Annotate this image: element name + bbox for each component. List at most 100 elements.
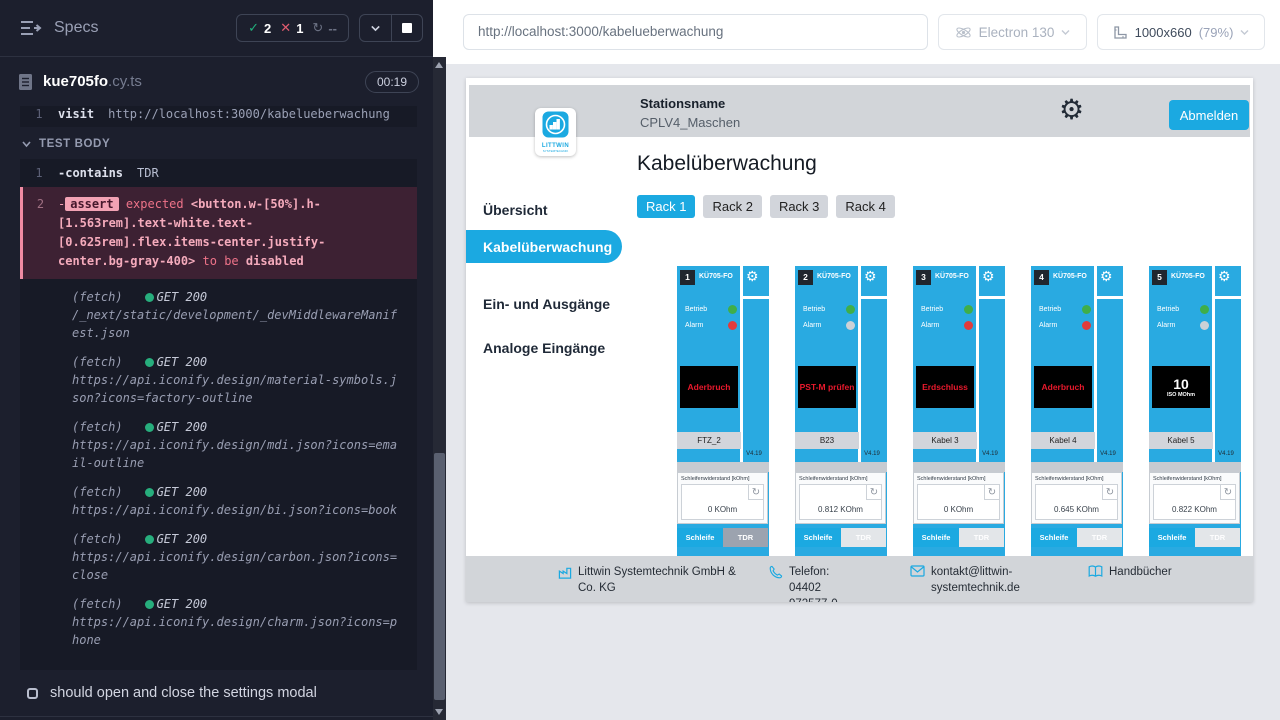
card-divider-line <box>979 296 1005 299</box>
refresh-icon[interactable]: ↻ <box>748 485 763 500</box>
network-log-entry[interactable]: (fetch) GET 200 https://api.iconify.desi… <box>72 353 417 407</box>
spec-name: kue705fo <box>43 73 108 90</box>
command-contains[interactable]: 1 -containsTDR <box>20 159 417 187</box>
spec-timer: 00:19 <box>365 71 419 93</box>
pending-test-icon <box>27 688 38 699</box>
command-arg: TDR <box>137 166 159 180</box>
alarm-led-row: Alarm <box>921 321 973 330</box>
status-text: Erdschluss <box>922 382 968 392</box>
refresh-icon[interactable]: ↻ <box>1220 485 1235 500</box>
scrolled-command[interactable]: 1 visithttp://localhost:3000/kabelueberw… <box>20 106 417 127</box>
card-number: 1 <box>680 270 695 285</box>
status-dot <box>145 423 154 432</box>
tdr-button[interactable]: TDR <box>959 528 1004 547</box>
scrollbar-thumb[interactable] <box>434 453 445 700</box>
fetch-url: https://api.iconify.design/charm.json?ic… <box>72 613 404 649</box>
schleife-button[interactable]: Schleife <box>1149 528 1195 547</box>
settings-gear-icon[interactable]: ⚙ <box>1059 94 1084 126</box>
card-model: KÜ705-FO <box>1171 273 1205 280</box>
measurement-value: 0.822 KOhm <box>1154 505 1235 514</box>
logout-button[interactable]: Abmelden <box>1169 100 1249 130</box>
tdr-button[interactable]: TDR <box>1195 528 1240 547</box>
card-settings-gear-icon[interactable]: ⚙ <box>746 267 759 285</box>
device-card: 2 KÜ705-FO ⚙ Betrieb Alarm PST-M prüfen … <box>795 266 887 566</box>
test-body-section[interactable]: TEST BODY <box>0 127 433 159</box>
stop-button[interactable] <box>391 15 422 41</box>
refresh-icon[interactable]: ↻ <box>1102 485 1117 500</box>
station-value: CPLV4_Maschen <box>640 115 740 130</box>
specs-title[interactable]: Specs <box>54 19 98 37</box>
schleife-button[interactable]: Schleife <box>795 528 841 547</box>
rack-tab[interactable]: Rack 1 <box>637 195 695 218</box>
status-display: Erdschluss <box>916 366 974 408</box>
sidebar-item[interactable]: Ein- und Ausgänge <box>466 287 634 320</box>
rack-tab[interactable]: Rack 3 <box>770 195 828 218</box>
pending-test-row[interactable]: should open and close the settings modal <box>0 670 433 717</box>
scroll-up-arrow[interactable] <box>435 62 443 68</box>
network-log-entry[interactable]: (fetch) GET 200 https://api.iconify.desi… <box>72 418 417 472</box>
rack-tab[interactable]: Rack 2 <box>703 195 761 218</box>
littwin-logo-icon <box>542 111 569 138</box>
reporter-scrollbar[interactable] <box>433 57 446 720</box>
tdr-button[interactable]: TDR <box>723 528 768 547</box>
firmware-version: V4.19 <box>1095 451 1121 457</box>
status-text: Aderbruch <box>1042 382 1085 392</box>
firmware-version: V4.19 <box>1213 451 1239 457</box>
firmware-version: V4.19 <box>859 451 885 457</box>
card-buttons: Schleife TDR <box>795 528 886 547</box>
network-log-entry[interactable]: (fetch) GET 200 https://api.iconify.desi… <box>72 483 417 519</box>
stat-failed: ✕1 <box>280 20 303 36</box>
measurement-panel: Schleifenwiderstand [kOhm] ↻ 0 KOhm <box>677 472 768 524</box>
app-header: Stationsname CPLV4_Maschen ⚙ Abmelden <box>469 85 1250 137</box>
url-input[interactable]: http://localhost:3000/kabelueberwachung <box>463 14 928 50</box>
network-log-entry[interactable]: (fetch) GET 200 /_next/static/developmen… <box>72 288 417 342</box>
spec-file-row[interactable]: kue705fo.cy.ts 00:19 <box>0 57 433 106</box>
card-settings-gear-icon[interactable]: ⚙ <box>1100 267 1113 285</box>
tdr-button[interactable]: TDR <box>1077 528 1122 547</box>
card-section-divider <box>1031 462 1123 472</box>
measurement-panel: Schleifenwiderstand [kOhm] ↻ 0.812 KOhm <box>795 472 886 524</box>
viewport-select[interactable]: 1000x660 (79%) <box>1097 14 1265 50</box>
firmware-version: V4.19 <box>977 451 1003 457</box>
fetch-label: (fetch) <box>72 353 123 371</box>
schleife-button[interactable]: Schleife <box>677 528 723 547</box>
card-settings-gear-icon[interactable]: ⚙ <box>1218 267 1231 285</box>
refresh-icon: ↻ <box>312 20 323 36</box>
footer-manuals[interactable]: Handbücher <box>1088 564 1172 580</box>
fetch-url: /_next/static/development/_devMiddleware… <box>72 306 404 342</box>
fetch-url: https://api.iconify.design/material-symb… <box>72 371 404 407</box>
network-log-entry[interactable]: (fetch) GET 200 https://api.iconify.desi… <box>72 595 417 649</box>
chevron-down-icon <box>1061 28 1070 37</box>
factory-icon <box>558 565 572 580</box>
sidebar-item[interactable]: Übersicht <box>466 193 634 226</box>
fetch-label: (fetch) <box>72 418 123 436</box>
card-settings-gear-icon[interactable]: ⚙ <box>864 267 877 285</box>
betrieb-led-row: Betrieb <box>685 305 737 314</box>
network-log-entry[interactable]: (fetch) GET 200 https://api.iconify.desi… <box>72 530 417 584</box>
browser-select[interactable]: Electron 130 <box>938 14 1087 50</box>
sidebar-item[interactable]: Analoge Eingänge <box>466 331 634 364</box>
refresh-icon[interactable]: ↻ <box>866 485 881 500</box>
card-number: 5 <box>1152 270 1167 285</box>
cable-name: Kabel 5 <box>1149 432 1213 449</box>
fetch-status: GET 200 <box>157 288 208 306</box>
card-buttons: Schleife TDR <box>677 528 768 547</box>
check-icon: ✓ <box>248 20 259 36</box>
schleife-button[interactable]: Schleife <box>913 528 959 547</box>
rack-tab[interactable]: Rack 4 <box>836 195 894 218</box>
refresh-icon[interactable]: ↻ <box>984 485 999 500</box>
command-number: 2 <box>23 195 58 271</box>
betrieb-led <box>964 305 973 314</box>
collapse-all-button[interactable] <box>360 15 391 41</box>
fetch-url: https://api.iconify.design/mdi.json?icon… <box>72 436 404 472</box>
command-method: -contains <box>58 166 123 180</box>
command-log: 1 -containsTDR 2 -assert expected <butto… <box>20 159 417 670</box>
failed-assert[interactable]: 2 -assert expected <button.w-[50%].h-[1.… <box>20 187 417 279</box>
card-section-divider <box>677 462 769 472</box>
scroll-down-arrow[interactable] <box>435 709 443 715</box>
schleife-button[interactable]: Schleife <box>1031 528 1077 547</box>
sidebar-item[interactable]: Kabelüberwachung <box>466 230 622 263</box>
tdr-button[interactable]: TDR <box>841 528 886 547</box>
card-settings-gear-icon[interactable]: ⚙ <box>982 267 995 285</box>
specs-list-icon[interactable] <box>20 20 42 36</box>
